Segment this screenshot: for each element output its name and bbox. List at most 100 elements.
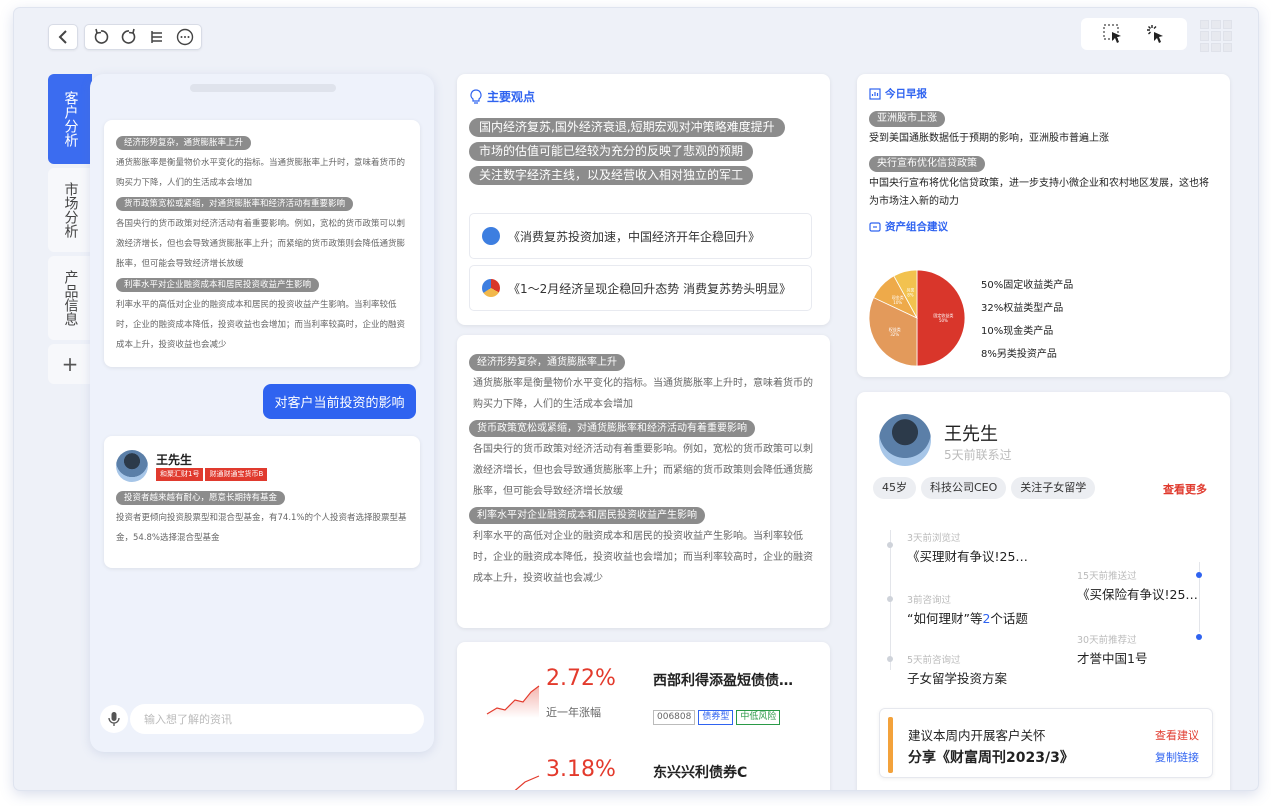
portfolio-icon	[869, 221, 881, 232]
fund-return: 2.72%	[546, 666, 616, 691]
timeline-text-part: 个话题	[990, 611, 1028, 626]
fund-type: 债券型	[698, 710, 734, 725]
undo-button[interactable]	[87, 25, 115, 49]
suggestion-line2: 分享《财富周刊2023/3》	[908, 750, 1074, 766]
news-item[interactable]: 《消费复苏投资加速，中国经济开年企稳回升》	[469, 213, 812, 259]
pie-slice-value: 32%	[890, 332, 899, 337]
brief-text: 中国央行宣布将优化信贷政策，进一步支持小微企业和农村地区发展，这也将为市场注入新…	[869, 178, 1209, 207]
drag-handle[interactable]	[190, 84, 336, 92]
pie-slice-value: 50%	[939, 318, 948, 323]
magic-cursor-icon[interactable]	[1145, 23, 1167, 45]
profile-chip: 科技公司CEO	[921, 477, 1007, 499]
analysis-text: 通货膨胀率是衡量物价水平变化的指标。当通货膨胀率上升时，意味着货币的购买力下降，…	[473, 378, 813, 410]
last-contact: 5天前联系过	[944, 448, 1012, 462]
pie-legend-item: 50%固定收益类产品	[981, 280, 1074, 291]
card-text: 通货膨胀率是衡量物价水平变化的指标。当通货膨胀率上升时，意味着货币的购买力下降，…	[116, 158, 406, 188]
lightbulb-icon	[470, 88, 482, 104]
allocation-pie-chart: 固定收益类50%权益类32%现金类10%另类8%	[868, 269, 966, 367]
chat-input[interactable]: 输入想了解的资讯	[130, 704, 424, 734]
analysis-tag: 利率水平对企业融资成本和居民投资收益产生影响	[469, 507, 705, 524]
timeline-text-part: “如何理财”等	[907, 611, 983, 626]
analysis-tag: 经济形势复杂，通货膨胀率上升	[469, 354, 625, 371]
tab-market-analysis[interactable]: 市场分析	[48, 168, 92, 252]
select-area-icon[interactable]	[1102, 23, 1124, 45]
brief-tag: 亚洲股市上涨	[869, 111, 945, 127]
timeline-text[interactable]: 《买理财有争议!25…	[907, 546, 1028, 565]
news-source-logo	[482, 279, 500, 297]
suggestion-line1: 建议本周内开展客户关怀	[908, 728, 1046, 743]
view-point: 国内经济复苏,国外经济衰退,短期宏观对冲策略难度提升	[469, 118, 785, 137]
redo-icon	[121, 28, 136, 44]
user-message-bubble[interactable]: 对客户当前投资的影响	[263, 384, 416, 419]
pie-legend-item: 8%另类投资产品	[981, 349, 1057, 360]
brief-title: 今日早报	[869, 86, 1218, 101]
chat-analysis-card: 经济形势复杂，通货膨胀率上升 通货膨胀率是衡量物价水平变化的指标。当通货膨胀率上…	[104, 120, 420, 367]
news-title: 《消费复苏投资加速，中国经济开年企稳回升》	[508, 229, 761, 244]
timeline-dot	[887, 596, 893, 602]
timeline-dot	[1196, 572, 1202, 578]
analysis-text: 利率水平的高低对企业的融资成本和居民的投资收益产生影响。当利率较低时，企业的融资…	[473, 531, 813, 584]
fund-badge: 和聚汇财1号	[156, 467, 204, 481]
timeline-label: 30天前推荐过	[1077, 635, 1137, 646]
market-analysis-card: 经济形势复杂，通货膨胀率上升 通货膨胀率是衡量物价水平变化的指标。当通货膨胀率上…	[457, 335, 830, 628]
analysis-tag: 货币政策宽松或紧缩，对通货膨胀率和经济活动有着重要影响	[469, 420, 755, 437]
chevron-left-icon	[58, 30, 67, 44]
profile-chip: 45岁	[873, 477, 916, 499]
news-source-logo	[482, 227, 500, 245]
undo-icon	[94, 28, 109, 44]
fund-name[interactable]: 东兴兴利债券C	[653, 762, 747, 782]
customer-profile-card: 王先生 5天前联系过 45岁 科技公司CEO 关注子女留学 查看更多 3天前浏览过 …	[857, 392, 1230, 790]
view-point: 关注数字经济主线，以及经营收入相对独立的军工	[469, 166, 754, 185]
view-suggestion-link[interactable]: 查看建议	[1155, 727, 1199, 743]
profile-chips: 45岁 科技公司CEO 关注子女留学	[873, 476, 1100, 499]
timeline-dot	[887, 656, 893, 662]
voice-input-button[interactable]	[100, 705, 128, 733]
timeline-text[interactable]: “如何理财”等2个话题	[907, 608, 1028, 627]
timeline-text[interactable]: 子女留学投资方案	[907, 668, 1007, 687]
back-button[interactable]	[49, 25, 77, 49]
allocation-title: 资产组合建议	[869, 219, 1218, 234]
edit-toolbar	[84, 24, 202, 50]
sliders-icon	[151, 31, 162, 43]
adjust-button[interactable]	[143, 25, 171, 49]
allocation-title-text: 资产组合建议	[885, 221, 948, 233]
add-tab-button[interactable]: +	[48, 344, 92, 384]
views-title-text: 主要观点	[487, 90, 536, 104]
customer-card: 王先生 和聚汇财1号 财通财通宝货币B 投资者越来越有耐心，愿意长期持有基金 投资…	[104, 436, 420, 568]
select-tools	[1081, 18, 1187, 50]
chat-panel: 经济形势复杂，通货膨胀率上升 通货膨胀率是衡量物价水平变化的指标。当通货膨胀率上…	[90, 74, 434, 752]
avatar	[879, 414, 931, 466]
back-button-box	[48, 24, 78, 50]
fund-return: 3.18%	[546, 757, 616, 782]
analysis-text: 各国央行的货币政策对经济活动有着重要影响。例如，宽松的货币政策可以刺激经济增长，…	[473, 444, 813, 497]
more-button[interactable]	[171, 25, 199, 49]
fund-tags: 006808 债券型 中低风险	[653, 704, 783, 725]
report-icon	[869, 87, 881, 100]
view-point: 市场的估值可能已经较为充分的反映了悲观的预期	[469, 142, 754, 161]
tab-product-info[interactable]: 产品信息	[48, 256, 92, 340]
pie-legend-item: 10%现金类产品	[981, 326, 1054, 337]
fund-list-card: 2.72% 近一年涨幅 西部利得添盈短债债… 006808 债券型 中低风险 3.1…	[457, 642, 830, 790]
morning-brief-card: 今日早报 亚洲股市上涨 受到美国通胀数据低于预期的影响，亚洲股市普遍上涨 央行宣…	[857, 74, 1230, 377]
news-item[interactable]: 《1～2月经济呈现企稳回升态势 消费复苏势头明显》	[469, 265, 812, 311]
redo-button[interactable]	[115, 25, 143, 49]
fund-code: 006808	[653, 710, 696, 725]
main-views-card: 主要观点 国内经济复苏,国外经济衰退,短期宏观对冲策略难度提升 市场的估值可能已…	[457, 74, 830, 325]
card-tag: 经济形势复杂，通货膨胀率上升	[116, 136, 252, 150]
fund-name[interactable]: 西部利得添盈短债债…	[653, 670, 793, 690]
timeline-text[interactable]: 才誉中国1号	[1077, 648, 1147, 667]
customer-name: 王先生	[156, 452, 193, 467]
view-more-link[interactable]: 查看更多	[1163, 481, 1207, 497]
card-tag: 货币政策宽松或紧缩，对通货膨胀率和经济活动有重要影响	[116, 197, 354, 211]
timeline-text[interactable]: 《买保险有争议!25…	[1077, 584, 1198, 603]
card-text: 利率水平的高低对企业的融资成本和居民的投资收益产生影响。当利率较低时，企业的融资…	[116, 300, 406, 350]
fund-risk: 中低风险	[736, 710, 781, 725]
tab-customer-analysis[interactable]: 客户分析	[48, 74, 92, 164]
copy-link-button[interactable]: 复制链接	[1155, 749, 1199, 765]
views-title: 主要观点	[469, 88, 818, 105]
grid-menu-icon[interactable]	[1200, 20, 1232, 52]
timeline-label: 3天前浏览过	[907, 533, 961, 544]
card-tag: 利率水平对企业融资成本和居民投资收益产生影响	[116, 278, 320, 292]
brief-text: 受到美国通胀数据低于预期的影响，亚洲股市普遍上涨	[869, 133, 1109, 144]
more-icon	[176, 28, 194, 46]
